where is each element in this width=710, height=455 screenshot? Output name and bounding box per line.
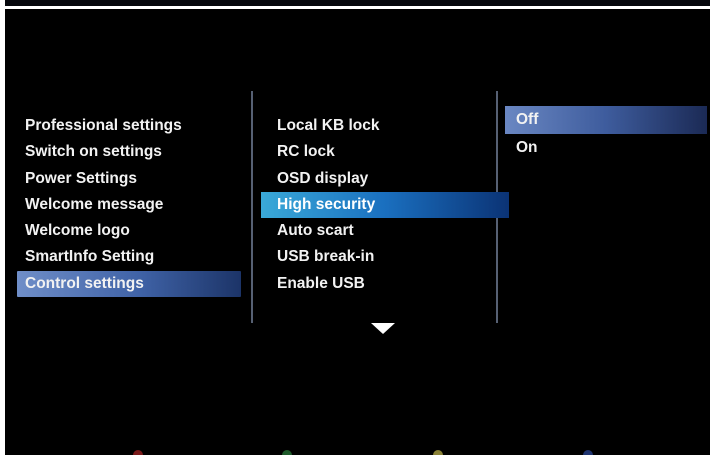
yellow-key-indicator	[433, 450, 443, 455]
settings-category-list: Professional settings Switch on settings…	[5, 113, 245, 298]
control-settings-submenu: Local KB lock RC lock OSD display High s…	[257, 113, 509, 297]
menu-item-professional-settings[interactable]: Professional settings	[5, 113, 245, 139]
column-divider-left	[251, 91, 253, 323]
green-key-indicator	[282, 450, 292, 455]
submenu-item-local-kb-lock[interactable]: Local KB lock	[257, 113, 497, 139]
submenu-item-enable-usb[interactable]: Enable USB	[257, 271, 497, 297]
menu-item-welcome-message[interactable]: Welcome message	[5, 192, 245, 218]
submenu-item-osd-display[interactable]: OSD display	[257, 166, 497, 192]
blue-key-indicator	[583, 450, 593, 455]
menu-item-switch-on-settings[interactable]: Switch on settings	[5, 139, 245, 165]
option-off-selected[interactable]: Off	[505, 106, 707, 134]
tv-menu-screen: Professional settings Switch on settings…	[5, 9, 710, 455]
menu-item-welcome-logo[interactable]: Welcome logo	[5, 218, 245, 244]
submenu-item-rc-lock[interactable]: RC lock	[257, 139, 497, 165]
menu-item-power-settings[interactable]: Power Settings	[5, 166, 245, 192]
red-key-indicator	[133, 450, 143, 455]
top-bezel-strip	[5, 0, 710, 6]
option-on[interactable]: On	[502, 134, 710, 162]
menu-item-control-settings-selected[interactable]: Control settings	[17, 270, 241, 298]
menu-item-smartinfo-setting[interactable]: SmartInfo Setting	[5, 244, 245, 270]
option-values-list: Off On	[502, 106, 710, 162]
submenu-item-usb-break-in[interactable]: USB break-in	[257, 244, 497, 270]
submenu-item-high-security-selected[interactable]: High security	[261, 191, 509, 219]
chevron-down-icon[interactable]	[371, 323, 395, 334]
submenu-item-auto-scart[interactable]: Auto scart	[257, 218, 497, 244]
